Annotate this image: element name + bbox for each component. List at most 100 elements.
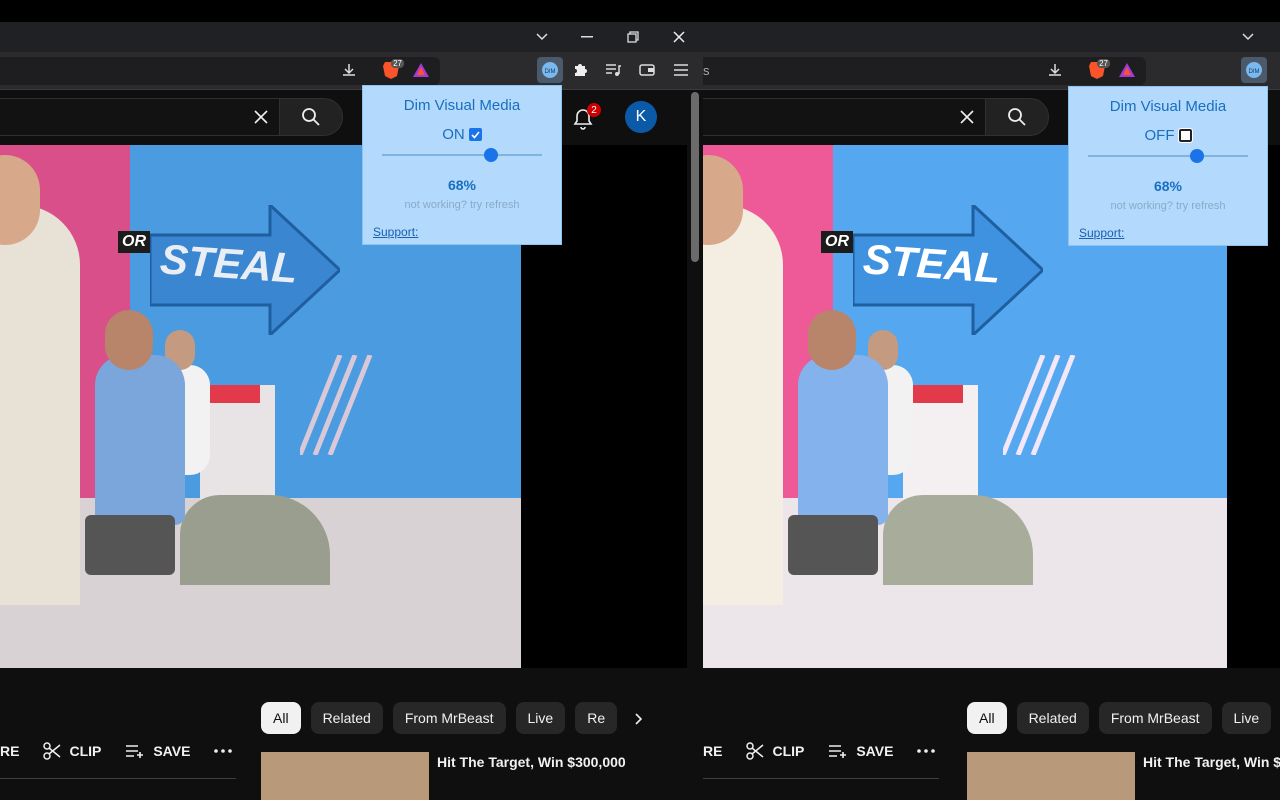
chevron-down-icon[interactable] [533,28,551,46]
chip-all[interactable]: All [967,702,1007,734]
person-center [798,355,888,525]
filter-chips: All Related From MrBeast Live Re [261,702,618,734]
chip-from-mrbeast[interactable]: From MrBeast [1098,702,1212,734]
neon-lines [300,355,373,455]
save-label: SAVE [856,743,894,759]
video-text-or: OR [118,231,150,253]
more-actions-button[interactable] [214,749,233,753]
page-scrollbar[interactable] [691,92,699,262]
chip-re[interactable]: Re [575,702,618,734]
brave-shields-icon[interactable]: 27 [377,59,405,81]
dim-popup-left: Dim Visual Media ON 68% not working? try… [362,85,562,245]
filter-chips: All Related From MrBeast Live [967,702,1272,734]
chevron-right-icon[interactable] [630,710,648,728]
chip-live[interactable]: Live [515,702,566,734]
notifications-bell-icon[interactable]: 2 [571,103,601,131]
more-actions-button[interactable] [917,749,936,753]
close-icon[interactable] [670,28,688,46]
save-playlist-icon [829,745,847,758]
playlist-icon[interactable] [603,60,623,80]
clip-label: CLIP [69,743,102,759]
scissors-icon [43,742,61,760]
person-center-head [808,310,856,370]
recommended-title[interactable]: Hit The Target, Win $300,000 [1143,754,1280,770]
brave-rewards-icon[interactable] [1117,60,1137,80]
refresh-hint: not working? try refresh [1110,200,1226,212]
address-bar[interactable] [0,57,440,85]
address-bar[interactable]: s [703,57,1146,85]
chip-from-mrbeast[interactable]: From MrBeast [392,702,506,734]
title-bar [0,22,703,52]
recommended-title[interactable]: Hit The Target, Win $300,000 [437,754,626,770]
support-link[interactable]: Support: [1079,226,1124,240]
youtube-page: 2 K IT OR STEAL [0,90,703,800]
search-button[interactable] [279,98,343,136]
enable-checkbox[interactable] [1177,128,1193,143]
scissors-icon [746,742,764,760]
save-button[interactable]: SAVE [125,743,190,759]
more-horizontal-icon [917,749,936,753]
person-left [703,205,783,605]
left-browser-window: 27 DIM 2 K OR STEAL All Related From MrB… [0,0,703,800]
search-icon [1008,108,1026,126]
brave-badge: 27 [1097,59,1110,68]
slider-thumb[interactable] [1189,149,1204,163]
chevron-down-icon[interactable] [1239,28,1257,46]
dim-level-slider[interactable] [1088,148,1248,164]
share-label: RE [0,743,20,759]
search-input[interactable] [703,98,986,136]
dim-extension-icon[interactable]: DIM [1241,57,1267,83]
popup-toggle[interactable]: OFF [1069,127,1267,144]
dim-extension-icon[interactable]: DIM [537,57,563,83]
popup-state: ON [442,126,465,143]
share-button[interactable]: RE [703,743,722,759]
download-icon[interactable] [1045,60,1065,80]
save-button[interactable]: SAVE [828,743,893,759]
restore-icon[interactable] [624,28,642,46]
support-link[interactable]: Support: [373,225,418,239]
popup-title: Dim Visual Media [1109,98,1227,115]
clip-button[interactable]: CLIP [43,742,101,760]
popup-state: OFF [1144,127,1175,144]
slider-thumb[interactable] [483,148,498,162]
search-input[interactable] [0,98,280,136]
brave-rewards-icon[interactable] [411,60,431,80]
extensions-puzzle-icon[interactable] [570,60,590,80]
recommended-thumbnail[interactable] [261,752,429,800]
download-icon[interactable] [339,60,359,80]
save-playlist-icon [126,745,144,758]
clear-search-icon[interactable] [249,105,273,129]
divider [0,778,236,779]
chip-related[interactable]: Related [310,702,383,734]
person-left [0,205,80,605]
wallet-icon[interactable] [637,60,657,80]
svg-text:DIM: DIM [1249,69,1260,75]
chip-live[interactable]: Live [1221,702,1272,734]
podium-button [913,385,963,403]
brave-shields-icon[interactable]: 27 [1083,59,1111,81]
search-button[interactable] [985,98,1049,136]
chip-all[interactable]: All [261,702,301,734]
search-icon [302,108,320,126]
right-browser-window: s 27 DIM IT OR [703,0,1280,800]
podium-button [210,385,260,403]
share-label: RE [703,743,723,759]
video-text-or: OR [821,231,853,253]
video-actions: RE CLIP SAVE [0,742,233,760]
notifications-count: 2 [587,103,601,117]
minimize-icon[interactable] [578,28,596,46]
person-center-shorts [788,515,878,575]
more-horizontal-icon [214,749,233,753]
dim-level-slider[interactable] [382,147,542,163]
chip-related[interactable]: Related [1016,702,1089,734]
clip-button[interactable]: CLIP [746,742,804,760]
avatar[interactable]: K [625,101,657,133]
slider-track [382,154,542,156]
share-button[interactable]: RE [0,743,19,759]
video-player[interactable]: IT OR STEAL [0,145,687,668]
clear-search-icon[interactable] [955,105,979,129]
recommended-thumbnail[interactable] [967,752,1135,800]
popup-toggle[interactable]: ON [363,126,561,143]
menu-icon[interactable] [671,60,691,80]
enable-checkbox[interactable] [468,128,482,141]
